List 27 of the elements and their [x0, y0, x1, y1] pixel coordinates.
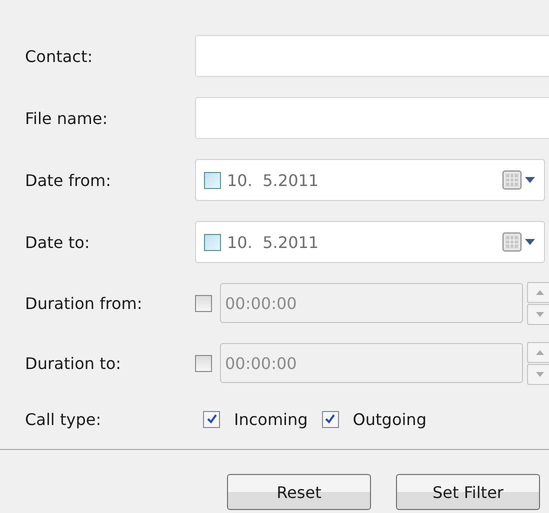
field-label: File name: [24, 108, 109, 128]
calendar-dropdown-icon[interactable] [502, 169, 538, 191]
spin-buttons[interactable] [527, 342, 549, 384]
checkbox-label: Incoming [234, 410, 308, 428]
date-picker[interactable]: 10. 5.2011 [195, 159, 545, 201]
field-label: Call type: [24, 410, 102, 428]
field-label: Duration to: [24, 354, 122, 372]
field-label: Date to: [24, 232, 91, 252]
field-label: Date from: [24, 170, 112, 190]
field-label: Duration from: [24, 294, 144, 312]
checkbox[interactable] [204, 234, 221, 250]
calendar-dropdown-icon[interactable] [502, 231, 538, 253]
checkbox-label: Outgoing [352, 410, 426, 428]
dialog-button[interactable]: Set Filter [396, 474, 540, 510]
date-value: 10. 5.2011 [227, 232, 320, 252]
checkbox[interactable] [204, 172, 221, 188]
date-picker[interactable]: 10. 5.2011 [195, 221, 545, 263]
input-field[interactable] [195, 35, 549, 77]
check-mark-icon [324, 413, 336, 425]
field-label: Contact: [24, 46, 94, 66]
check-mark-icon [206, 413, 218, 425]
input-field[interactable] [195, 97, 549, 139]
date-value: 10. 5.2011 [227, 170, 320, 190]
checkbox[interactable] [322, 410, 339, 428]
dialog-button[interactable]: Reset [227, 474, 371, 510]
checkbox[interactable] [203, 410, 220, 428]
spin-buttons[interactable] [527, 282, 549, 324]
